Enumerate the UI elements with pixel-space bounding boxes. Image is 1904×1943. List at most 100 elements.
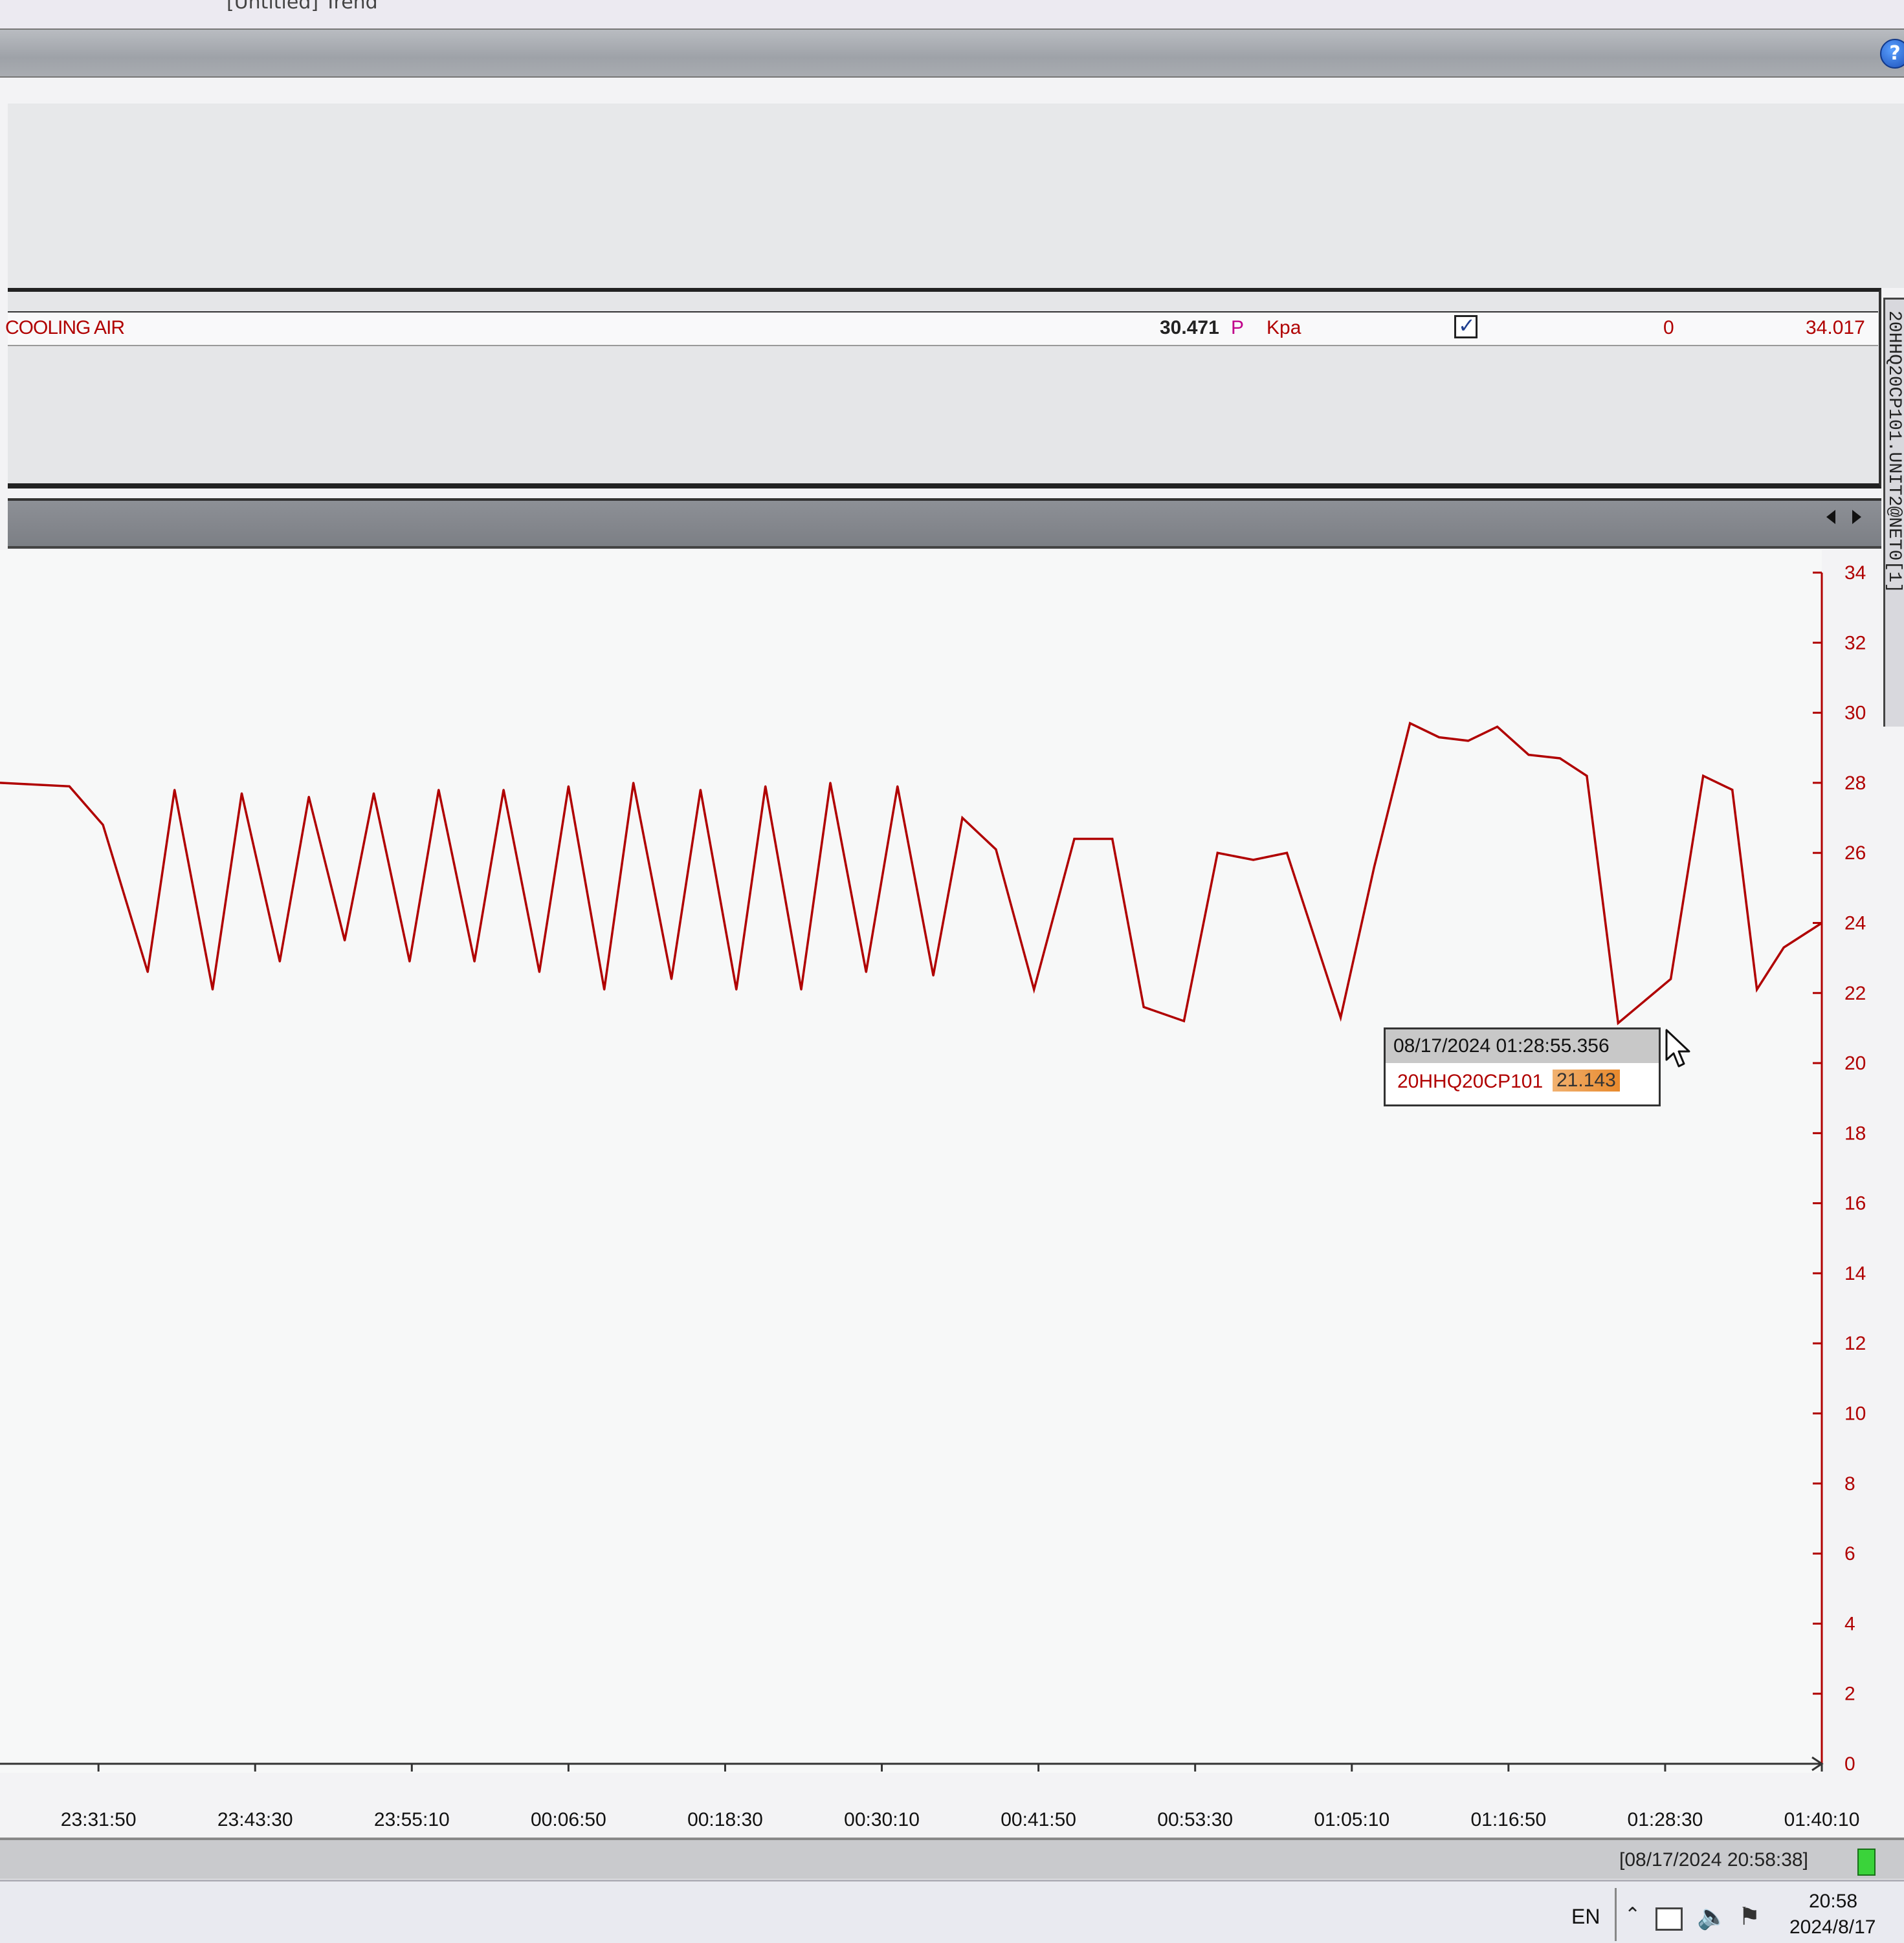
scroll-left-icon[interactable] [1826, 510, 1835, 524]
series-min: 0 [1663, 317, 1674, 338]
data-point [735, 988, 738, 991]
y-tick-label: 4 [1844, 1613, 1855, 1634]
data-point [632, 782, 635, 784]
status-timestamp: [08/17/2024 20:58:38] [1619, 1849, 1808, 1871]
data-point [1670, 978, 1672, 980]
data-point [173, 789, 176, 791]
data-point [1339, 1016, 1342, 1019]
data-point [1617, 1022, 1619, 1024]
y-tick-label: 10 [1844, 1403, 1866, 1425]
status-bar [0, 1838, 1904, 1879]
series-legend-panel: COOLING AIR 30.471 P Kpa ✓ 0 34.017 [5, 288, 1881, 488]
status-indicator [1857, 1849, 1876, 1876]
data-point [961, 817, 964, 819]
y-tick-label: 0 [1844, 1753, 1855, 1775]
x-tick-label: 01:16:50 [1470, 1809, 1546, 1830]
data-point [1438, 736, 1441, 738]
data-point [1558, 757, 1561, 760]
language-indicator[interactable]: EN [1571, 1905, 1600, 1929]
x-tick-label: 23:55:10 [374, 1809, 450, 1830]
data-point [1756, 988, 1758, 991]
toolbar [0, 28, 1904, 78]
chart-header-bar [8, 498, 1881, 549]
x-tick-label: 00:53:30 [1157, 1809, 1233, 1830]
series-name: COOLING AIR [5, 317, 125, 338]
data-point [1467, 740, 1470, 742]
tray-chevron-up-icon[interactable]: ⌃ [1624, 1904, 1641, 1926]
data-point [502, 789, 505, 791]
data-point [68, 785, 71, 787]
data-point [829, 782, 832, 784]
data-point [1527, 754, 1530, 756]
y-tick-label: 32 [1844, 632, 1866, 653]
data-point [408, 960, 411, 963]
data-point [146, 971, 149, 973]
y-tick-label: 2 [1844, 1684, 1855, 1705]
x-tick-label: 00:06:50 [531, 1809, 606, 1830]
data-point [603, 988, 606, 991]
data-point [473, 960, 476, 963]
clock-time[interactable]: 20:58 [1809, 1891, 1857, 1913]
data-point [278, 960, 281, 963]
data-tooltip: 08/17/2024 01:28:55.356 20HHQ20CP101 21.… [1384, 1027, 1661, 1106]
data-point [538, 971, 540, 973]
x-tick-label: 00:41:50 [1001, 1809, 1076, 1830]
scroll-right-icon[interactable] [1852, 510, 1861, 524]
x-tick-label: 23:43:30 [217, 1809, 293, 1830]
trend-chart[interactable]: 0246810121416182022242628303234 23:31:50… [0, 550, 1904, 1838]
window-title: [Untitled] Trend [227, 0, 378, 14]
series-row[interactable]: COOLING AIR 30.471 P Kpa ✓ 0 34.017 [5, 311, 1878, 346]
network-icon[interactable] [1655, 1907, 1683, 1931]
window-title-bar: [Untitled] Trend [0, 0, 1904, 28]
plot-area [0, 550, 1822, 1773]
x-tick-label: 00:18:30 [687, 1809, 763, 1830]
series-quality: P [1231, 317, 1245, 338]
data-point [865, 971, 867, 973]
series-visible-checkbox[interactable]: ✓ [1454, 313, 1478, 338]
series-max: 34.017 [1806, 317, 1865, 338]
y-tick-label: 16 [1844, 1193, 1866, 1214]
y-tick-label: 14 [1844, 1263, 1866, 1284]
data-point [1073, 838, 1076, 840]
y-tick-label: 24 [1844, 912, 1866, 934]
data-point [373, 792, 375, 795]
data-point [699, 789, 702, 791]
series-current-value: 30.471 [1160, 317, 1219, 338]
y-tick-label: 26 [1844, 842, 1866, 864]
series-unit: Kpa [1267, 317, 1301, 338]
clock-date[interactable]: 2024/8/17 [1789, 1916, 1876, 1938]
data-point [102, 824, 104, 826]
data-point [1216, 851, 1219, 854]
data-point [1252, 859, 1255, 861]
action-center-flag-icon[interactable]: ⚑ [1738, 1902, 1760, 1931]
data-point [1702, 774, 1705, 777]
y-tick-label: 18 [1844, 1123, 1866, 1144]
data-point [1409, 722, 1411, 725]
data-point [212, 988, 214, 991]
data-point [995, 848, 997, 851]
data-point [1496, 725, 1499, 728]
data-point [567, 785, 570, 787]
x-tick-label: 01:40:10 [1784, 1809, 1860, 1830]
data-point [437, 789, 440, 791]
tooltip-tag: 20HHQ20CP101 [1397, 1071, 1544, 1092]
data-point [307, 796, 310, 798]
data-point [1821, 921, 1823, 924]
y-tick-label: 6 [1844, 1543, 1855, 1564]
checkmark-icon: ✓ [1458, 313, 1476, 338]
y-tick-label: 12 [1844, 1333, 1866, 1354]
data-point [670, 978, 672, 980]
data-point [1111, 838, 1114, 840]
y-tick-label: 34 [1844, 562, 1866, 584]
x-tick-label: 00:30:10 [844, 1809, 920, 1830]
x-axis: 23:31:50 23:43:30 23:55:10 00:06:50 00:18:30… [61, 1764, 1860, 1830]
data-point [1586, 774, 1588, 777]
y-tick-label: 22 [1844, 983, 1866, 1004]
y-tick-label: 30 [1844, 703, 1866, 724]
volume-icon[interactable]: 🔈 [1697, 1902, 1727, 1931]
tooltip-value: 21.143 [1553, 1070, 1620, 1092]
data-point [764, 785, 767, 787]
data-point [1782, 946, 1785, 949]
data-point [344, 939, 346, 942]
x-tick-label: 01:05:10 [1314, 1809, 1389, 1830]
